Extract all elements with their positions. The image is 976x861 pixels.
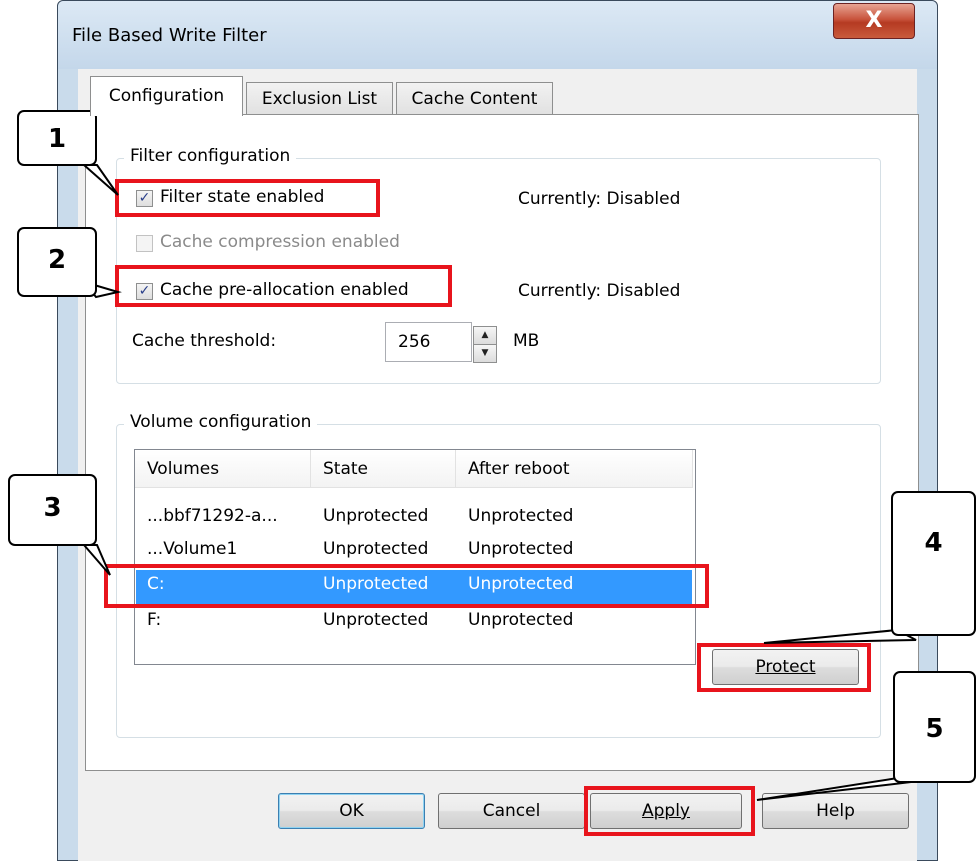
callout-pointer-lines: [81, 164, 917, 801]
callout-1: 1: [17, 110, 97, 166]
tab-configuration[interactable]: Configuration: [90, 76, 243, 116]
callout-5: 5: [893, 671, 976, 783]
callout-4-number: 4: [924, 528, 943, 558]
tab-configuration-label: Configuration: [108, 86, 225, 106]
callout-3-number: 3: [43, 493, 62, 523]
callout-1-number: 1: [47, 124, 67, 154]
callout-5-number: 5: [925, 714, 944, 744]
callout-2-number: 2: [47, 245, 67, 275]
callout-4: 4: [891, 491, 976, 636]
callout-2: 2: [17, 227, 97, 297]
callout-3: 3: [8, 474, 97, 546]
